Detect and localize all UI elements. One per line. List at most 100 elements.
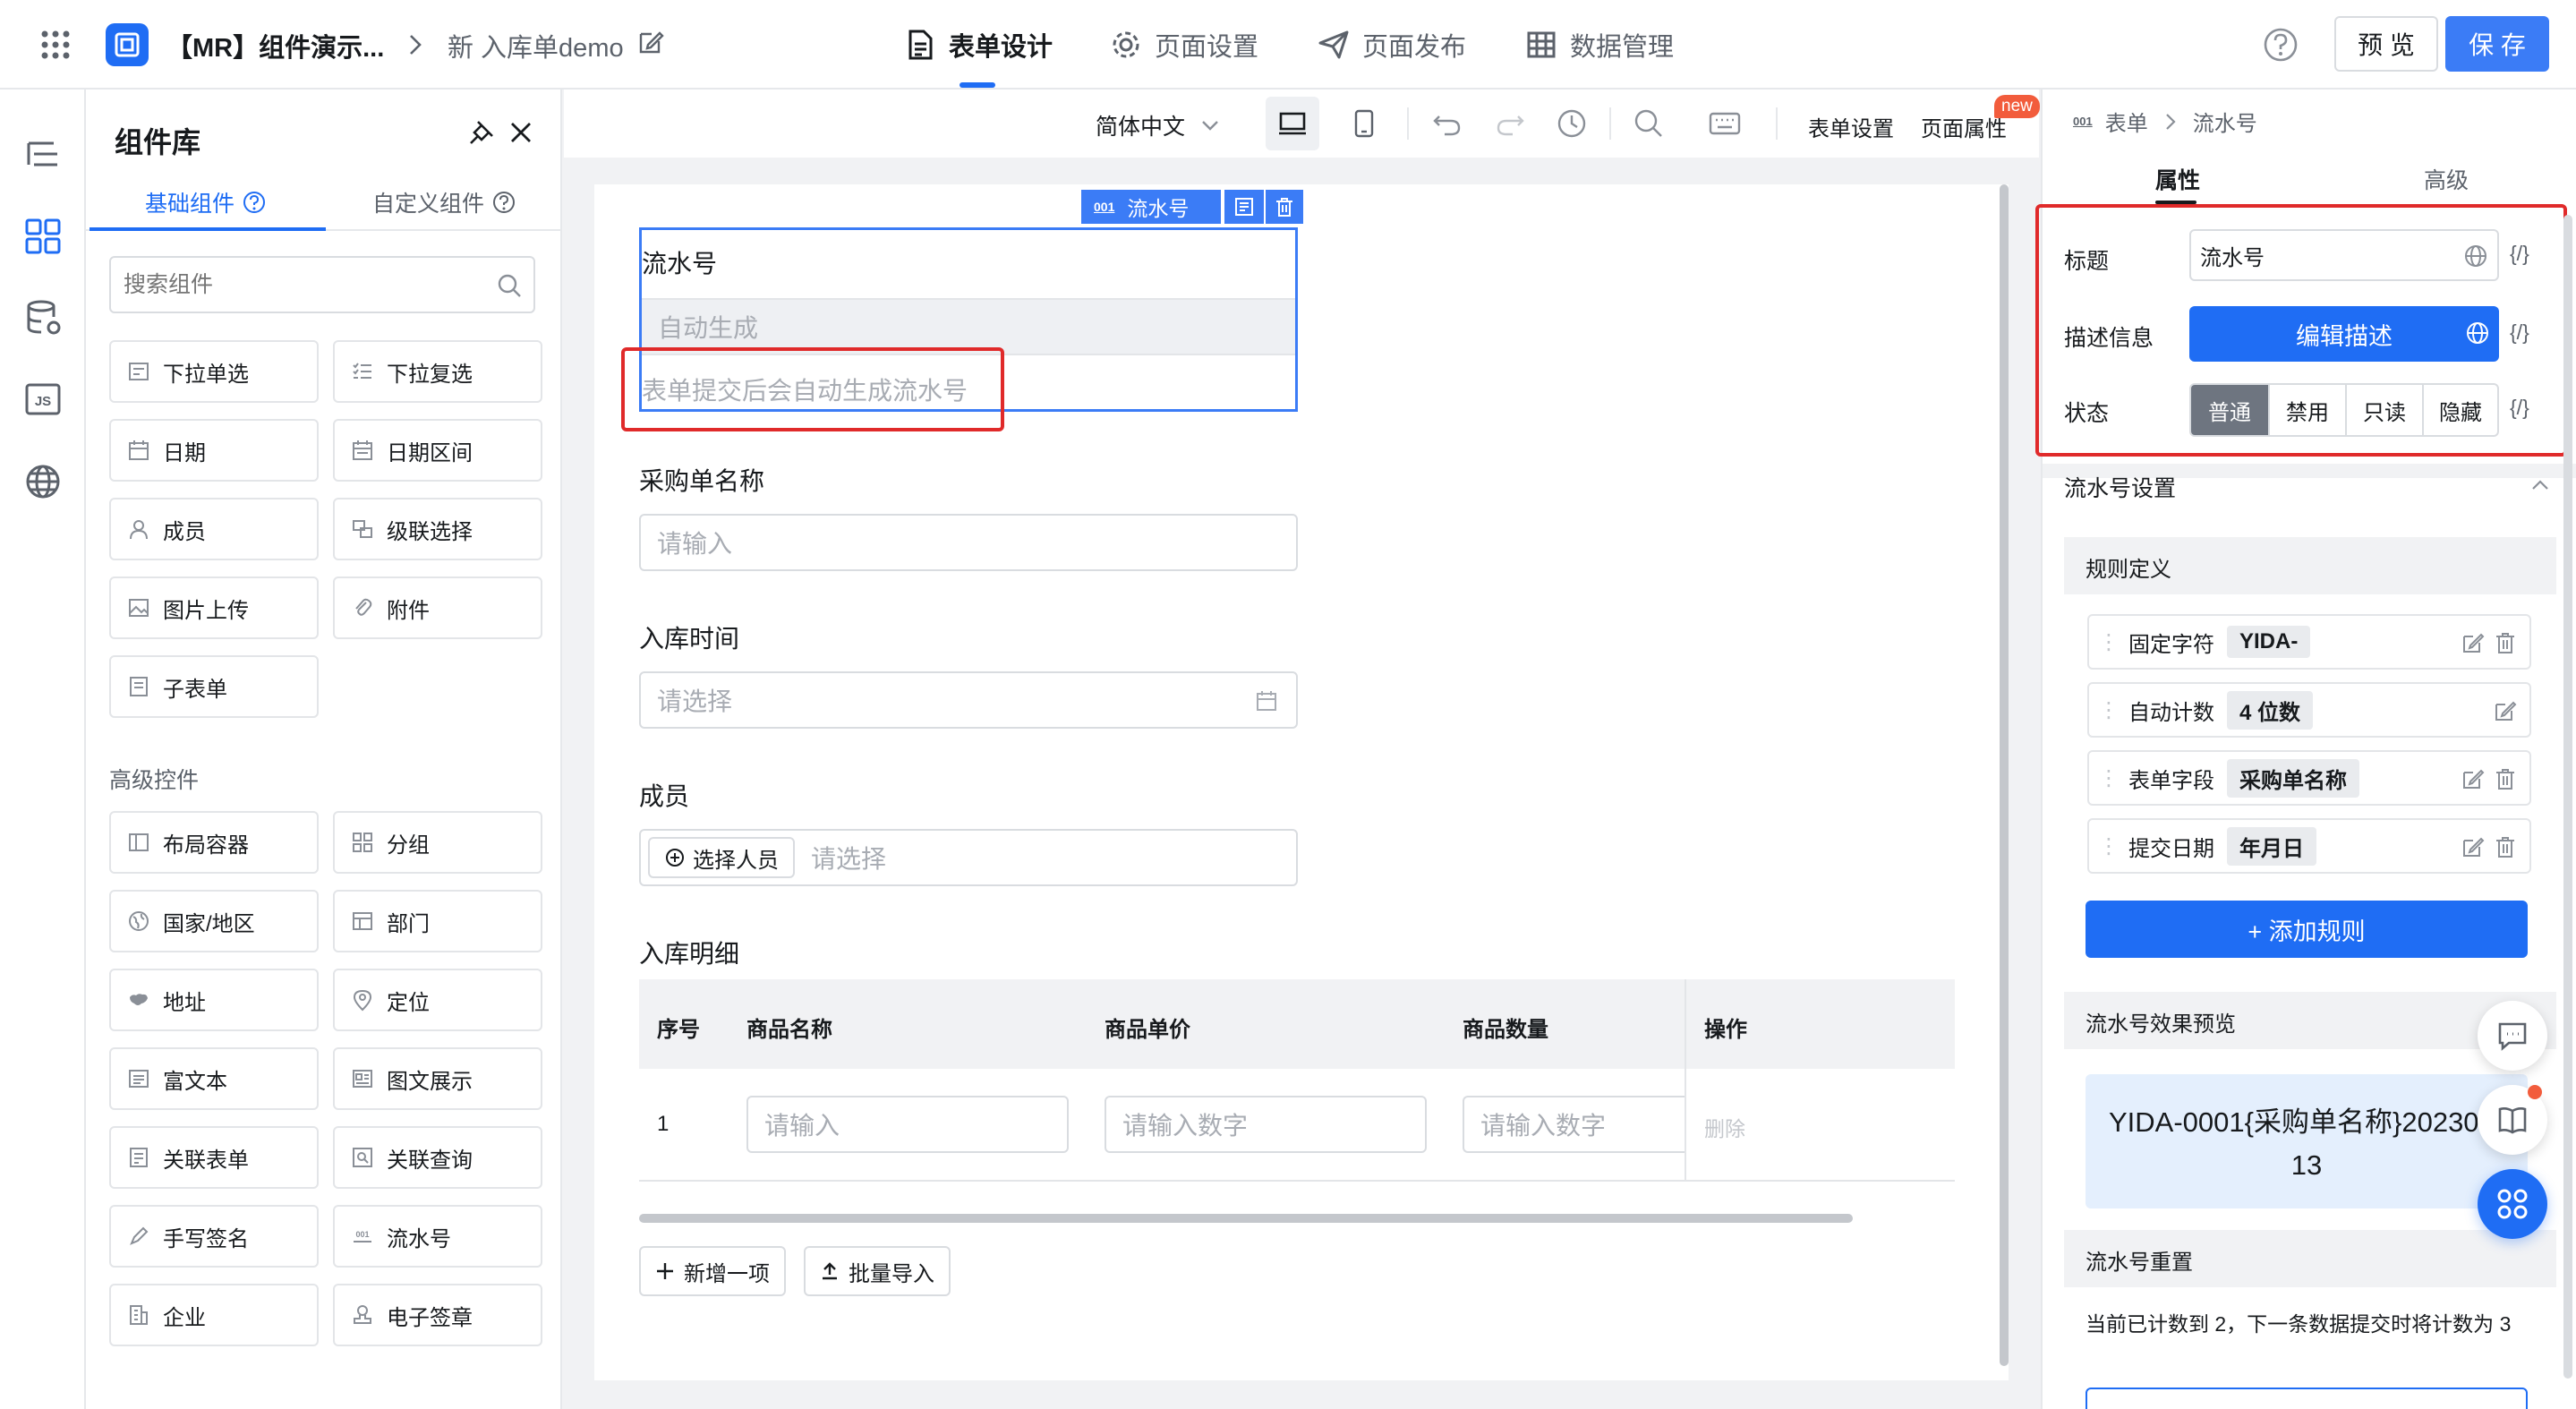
feedback-float-button[interactable] xyxy=(2478,1001,2547,1071)
trash-icon[interactable] xyxy=(2494,767,2517,790)
rule-row[interactable]: ⋮ 固定字符 YIDA- xyxy=(2087,614,2531,670)
storage-time-picker[interactable]: 请选择 xyxy=(639,671,1298,729)
edit-icon[interactable] xyxy=(2461,835,2485,858)
search-icon[interactable] xyxy=(496,272,523,299)
tab-page-publish[interactable]: 页面发布 xyxy=(1318,0,1466,90)
edit-icon[interactable] xyxy=(2461,767,2485,790)
docs-float-button[interactable] xyxy=(2478,1085,2547,1155)
add-rule-button[interactable]: + 添加规则 xyxy=(2086,901,2528,958)
chevron-right-icon xyxy=(2165,113,2176,130)
product-name-input[interactable]: 请输入 xyxy=(746,1096,1069,1153)
copy-component-button[interactable] xyxy=(1224,190,1264,224)
component-dropdown-multi[interactable]: 下拉复选 xyxy=(333,340,542,403)
component-search-box[interactable] xyxy=(109,256,535,313)
product-quantity-input[interactable]: 请输入数字 xyxy=(1463,1096,1685,1153)
undo-icon[interactable] xyxy=(1432,109,1463,138)
batch-import-button[interactable]: 批量导入 xyxy=(804,1246,951,1296)
component-address[interactable]: 地址 xyxy=(109,969,319,1031)
component-country[interactable]: 国家/地区 xyxy=(109,890,319,952)
product-price-input[interactable]: 请输入数字 xyxy=(1105,1096,1427,1153)
select-member-button[interactable]: 选择人员 xyxy=(648,837,795,878)
history-icon[interactable] xyxy=(1556,107,1588,140)
tab-properties[interactable]: 属性 xyxy=(2155,163,2200,195)
save-button[interactable]: 保 存 xyxy=(2445,16,2549,72)
component-date-range[interactable]: 日期区间 xyxy=(333,419,542,482)
help-icon[interactable] xyxy=(2263,27,2299,63)
language-select[interactable]: 简体中文 xyxy=(1096,109,1221,141)
component-rich-text[interactable]: 富文本 xyxy=(109,1047,319,1110)
component-enterprise[interactable]: 企业 xyxy=(109,1284,319,1346)
app-name[interactable]: 【MR】组件演示... xyxy=(166,27,384,64)
search-input[interactable] xyxy=(124,271,482,298)
apps-float-button[interactable] xyxy=(2478,1169,2547,1239)
tab-custom-components[interactable]: 自定义组件 xyxy=(372,186,516,218)
component-panel: 组件库 基础组件 自定义组件 下拉单选 下拉复选 日期 日期区间 成员 级联选择… xyxy=(86,90,562,1409)
vertical-scrollbar[interactable] xyxy=(2000,184,2009,1366)
edit-icon[interactable] xyxy=(2494,699,2517,722)
edit-icon[interactable] xyxy=(637,29,664,56)
chevron-up-icon[interactable] xyxy=(2529,474,2551,496)
component-group[interactable]: 分组 xyxy=(333,811,542,874)
form-settings-link[interactable]: 表单设置 xyxy=(1808,111,1894,142)
component-image-text[interactable]: 图文展示 xyxy=(333,1047,542,1110)
tab-form-design[interactable]: 表单设计 xyxy=(904,0,1053,90)
selected-component-tag[interactable]: 001 流水号 xyxy=(1081,190,1221,224)
data-source-icon[interactable] xyxy=(21,297,64,340)
component-related-form[interactable]: 关联表单 xyxy=(109,1126,319,1189)
close-icon[interactable] xyxy=(507,118,535,147)
serial-settings-title[interactable]: 流水号设置 xyxy=(2064,471,2176,503)
component-member[interactable]: 成员 xyxy=(109,498,319,560)
components-icon[interactable] xyxy=(21,215,64,258)
drag-handle-icon[interactable]: ⋮ xyxy=(2098,697,2120,723)
edit-icon[interactable] xyxy=(2461,631,2485,654)
js-code-icon[interactable]: JS xyxy=(21,378,64,421)
component-cascade[interactable]: 级联选择 xyxy=(333,498,542,560)
component-layout-container[interactable]: 布局容器 xyxy=(109,811,319,874)
component-serial-number[interactable]: 001 流水号 xyxy=(333,1205,542,1268)
member-picker[interactable]: 选择人员 请选择 xyxy=(639,829,1298,886)
delete-row-link[interactable]: 删除 xyxy=(1704,1112,1745,1142)
purchase-name-input[interactable]: 请输入 xyxy=(639,514,1298,571)
rule-row[interactable]: ⋮ 表单字段 采购单名称 xyxy=(2087,750,2531,806)
app-grid-icon[interactable] xyxy=(39,29,72,61)
outline-tree-icon[interactable] xyxy=(21,134,64,177)
tab-page-settings[interactable]: 页面设置 xyxy=(1110,0,1258,90)
tab-advanced[interactable]: 高级 xyxy=(2424,163,2469,195)
delete-component-button[interactable] xyxy=(1266,190,1303,224)
component-related-query[interactable]: 关联查询 xyxy=(333,1126,542,1189)
component-subform[interactable]: 子表单 xyxy=(109,655,319,718)
page-name[interactable]: 新 入库单demo xyxy=(448,27,624,64)
globe-icon[interactable] xyxy=(21,460,64,503)
tab-basic-components[interactable]: 基础组件 xyxy=(145,186,267,218)
add-row-button[interactable]: 新增一项 xyxy=(639,1246,786,1296)
drag-handle-icon[interactable]: ⋮ xyxy=(2098,765,2120,791)
rule-row[interactable]: ⋮ 自动计数 4 位数 xyxy=(2087,682,2531,738)
desktop-view-button[interactable] xyxy=(1266,97,1319,150)
component-date[interactable]: 日期 xyxy=(109,419,319,482)
manual-reset-button[interactable] xyxy=(2086,1388,2528,1409)
upload-icon xyxy=(823,1262,837,1280)
component-location[interactable]: 定位 xyxy=(333,969,542,1031)
redo-icon[interactable] xyxy=(1495,109,1525,138)
preview-button[interactable]: 预 览 xyxy=(2334,16,2438,72)
rule-row[interactable]: ⋮ 提交日期 年月日 xyxy=(2087,818,2531,874)
serial-number-icon: 001 xyxy=(2073,115,2093,128)
pin-icon[interactable] xyxy=(467,118,496,147)
component-department[interactable]: 部门 xyxy=(333,890,542,952)
drag-handle-icon[interactable]: ⋮ xyxy=(2098,833,2120,859)
component-attachment[interactable]: 附件 xyxy=(333,576,542,639)
trash-icon[interactable] xyxy=(2494,835,2517,858)
panel-scrollbar[interactable] xyxy=(2563,215,2572,1379)
horizontal-scrollbar[interactable] xyxy=(639,1214,1853,1223)
trash-icon[interactable] xyxy=(2494,631,2517,654)
search-icon[interactable] xyxy=(1633,107,1665,140)
trash-icon xyxy=(1276,198,1292,217)
mobile-icon[interactable] xyxy=(1348,107,1380,140)
keyboard-icon[interactable] xyxy=(1708,109,1742,138)
component-image-upload[interactable]: 图片上传 xyxy=(109,576,319,639)
component-e-seal[interactable]: 电子签章 xyxy=(333,1284,542,1346)
component-dropdown-single[interactable]: 下拉单选 xyxy=(109,340,319,403)
component-signature[interactable]: 手写签名 xyxy=(109,1205,319,1268)
drag-handle-icon[interactable]: ⋮ xyxy=(2098,629,2120,655)
tab-data-management[interactable]: 数据管理 xyxy=(1525,0,1674,90)
